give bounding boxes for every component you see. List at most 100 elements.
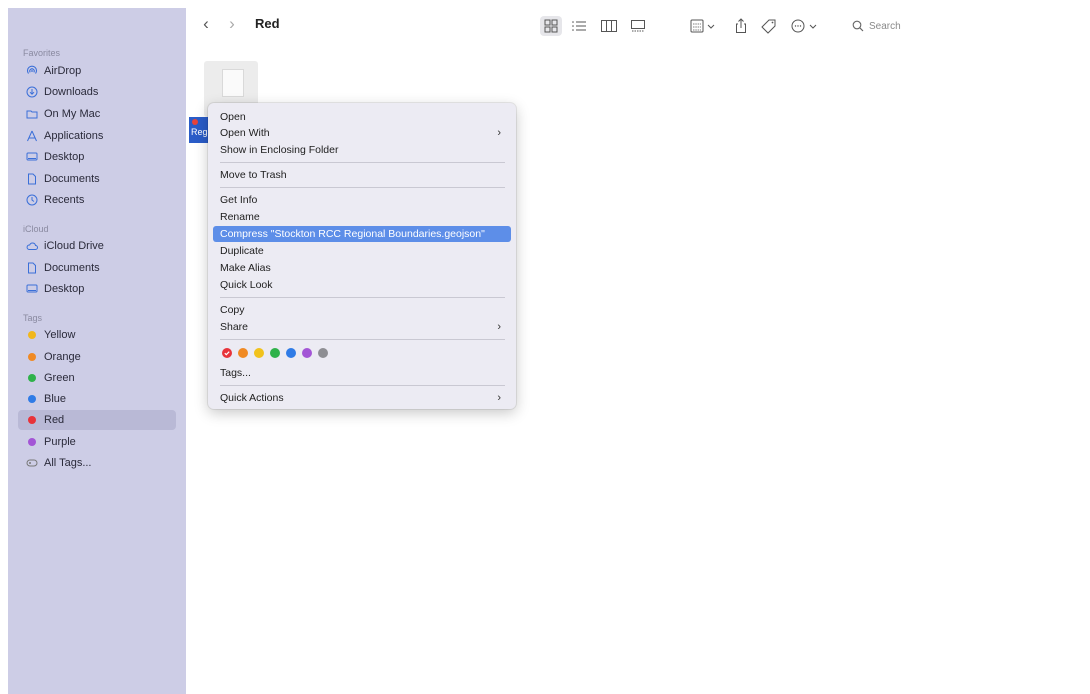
sidebar-item-label: All Tags... <box>44 457 92 469</box>
tag-color-yellow[interactable] <box>254 348 264 358</box>
menu-item-label: Get Info <box>220 194 258 206</box>
menu-item-compress[interactable]: Compress "Stockton RCC Regional Boundari… <box>213 226 511 242</box>
icon-view-button[interactable] <box>540 16 562 36</box>
sidebar-item-desktop[interactable]: Desktop <box>18 147 176 167</box>
sidebar-item-icloud-drive[interactable]: iCloud Drive <box>18 236 176 256</box>
column-view-button[interactable] <box>598 16 620 36</box>
downloads-icon <box>26 86 38 98</box>
menu-separator <box>220 339 505 340</box>
sidebar-tag-yellow[interactable]: Yellow <box>18 325 176 345</box>
sidebar-item-airdrop[interactable]: AirDrop <box>18 61 176 81</box>
sidebar-tag-blue[interactable]: Blue <box>18 389 176 409</box>
menu-item-get-info[interactable]: Get Info <box>213 192 511 208</box>
sidebar-item-label: Orange <box>44 351 81 363</box>
menu-item-move-to-trash[interactable]: Move to Trash <box>213 167 511 183</box>
menu-item-rename[interactable]: Rename <box>213 209 511 225</box>
forward-button[interactable]: › <box>225 14 239 34</box>
cloud-icon <box>26 240 38 252</box>
desktop-icon <box>26 283 38 295</box>
menu-item-copy[interactable]: Copy <box>213 302 511 318</box>
gallery-icon <box>631 20 645 32</box>
sidebar-all-tags[interactable]: All Tags... <box>18 453 176 473</box>
menu-item-open-with[interactable]: Open With › <box>213 125 511 141</box>
menu-item-label: Quick Look <box>220 279 273 291</box>
menu-item-quick-look[interactable]: Quick Look <box>213 277 511 293</box>
tag-color-orange[interactable] <box>238 348 248 358</box>
sidebar-tag-orange[interactable]: Orange <box>18 347 176 367</box>
tag-dot-icon <box>26 351 38 363</box>
menu-item-label: Rename <box>220 211 260 223</box>
tag-color-purple[interactable] <box>302 348 312 358</box>
clock-icon <box>26 194 38 206</box>
tag-color-gray[interactable] <box>318 348 328 358</box>
tag-dot-icon <box>26 329 38 341</box>
tag-dot-icon <box>26 372 38 384</box>
document-icon <box>222 69 244 97</box>
menu-item-label: Move to Trash <box>220 169 287 181</box>
tag-dot-icon <box>26 436 38 448</box>
sidebar-item-label: Desktop <box>44 151 85 163</box>
sidebar-item-label: Purple <box>44 436 76 448</box>
menu-separator <box>220 297 505 298</box>
list-view-button[interactable] <box>568 16 590 36</box>
favorites-header: Favorites <box>23 48 61 58</box>
sidebar-item-label: Recents <box>44 194 85 206</box>
document-icon <box>26 173 38 185</box>
menu-item-label: Open <box>220 111 246 123</box>
sidebar-tag-purple[interactable]: Purple <box>18 432 176 452</box>
menu-item-label: Compress "Stockton RCC Regional Boundari… <box>220 228 485 240</box>
share-icon <box>736 18 746 33</box>
menu-item-quick-actions[interactable]: Quick Actions › <box>213 390 511 406</box>
share-button[interactable] <box>730 16 752 36</box>
sidebar-item-label: Desktop <box>44 283 85 295</box>
menu-item-label: Duplicate <box>220 245 264 257</box>
menu-item-duplicate[interactable]: Duplicate <box>213 243 511 259</box>
menu-item-open[interactable]: Open <box>213 109 511 125</box>
menu-item-label: Tags... <box>220 367 251 379</box>
tag-dot-icon <box>26 414 38 426</box>
sidebar-item-label: Documents <box>44 262 100 274</box>
menu-item-tags[interactable]: Tags... <box>213 365 511 381</box>
tag-icon <box>761 19 776 34</box>
menu-item-make-alias[interactable]: Make Alias <box>213 260 511 276</box>
tag-button[interactable] <box>758 16 780 36</box>
actions-button[interactable] <box>788 16 822 36</box>
menu-separator <box>220 385 505 386</box>
list-icon <box>572 21 586 31</box>
sidebar-item-icloud-desktop[interactable]: Desktop <box>18 279 176 299</box>
back-button[interactable]: ‹ <box>199 14 213 34</box>
gallery-view-button[interactable] <box>627 16 649 36</box>
sidebar-tag-red[interactable]: Red <box>18 410 176 430</box>
sidebar-item-label: Documents <box>44 173 100 185</box>
menu-item-label: Make Alias <box>220 262 271 274</box>
tag-color-blue[interactable] <box>286 348 296 358</box>
sidebar-item-icloud-documents[interactable]: Documents <box>18 258 176 278</box>
all-tags-icon <box>26 457 38 469</box>
airdrop-icon <box>26 65 38 77</box>
tag-dot-icon <box>26 393 38 405</box>
menu-separator <box>220 187 505 188</box>
tag-color-red[interactable] <box>222 348 232 358</box>
tags-header: Tags <box>23 313 43 323</box>
menu-item-share[interactable]: Share › <box>213 319 511 335</box>
sidebar-tag-green[interactable]: Green <box>18 368 176 388</box>
applications-icon <box>26 130 38 142</box>
menu-item-show-enclosing[interactable]: Show in Enclosing Folder <box>213 142 511 158</box>
tag-color-green[interactable] <box>270 348 280 358</box>
menu-separator <box>220 162 505 163</box>
sidebar: Favorites AirDrop Downloads On My Mac Ap… <box>8 8 186 694</box>
group-by-button[interactable] <box>688 16 720 36</box>
sidebar-item-applications[interactable]: Applications <box>18 126 176 146</box>
sidebar-item-on-my-mac[interactable]: On My Mac <box>18 104 176 124</box>
sidebar-item-label: On My Mac <box>44 108 101 120</box>
sidebar-item-recents[interactable]: Recents <box>18 190 176 210</box>
context-menu: Open Open With › Show in Enclosing Folder… <box>208 103 516 409</box>
sidebar-item-label: Downloads <box>44 86 99 98</box>
sidebar-item-label: Applications <box>44 130 104 142</box>
search-field[interactable]: Search <box>852 16 1072 36</box>
sidebar-item-downloads[interactable]: Downloads <box>18 82 176 102</box>
more-actions-icon <box>791 19 817 33</box>
sidebar-item-documents[interactable]: Documents <box>18 169 176 189</box>
file-item-label[interactable]: Reg <box>189 117 209 143</box>
columns-icon <box>601 20 617 32</box>
